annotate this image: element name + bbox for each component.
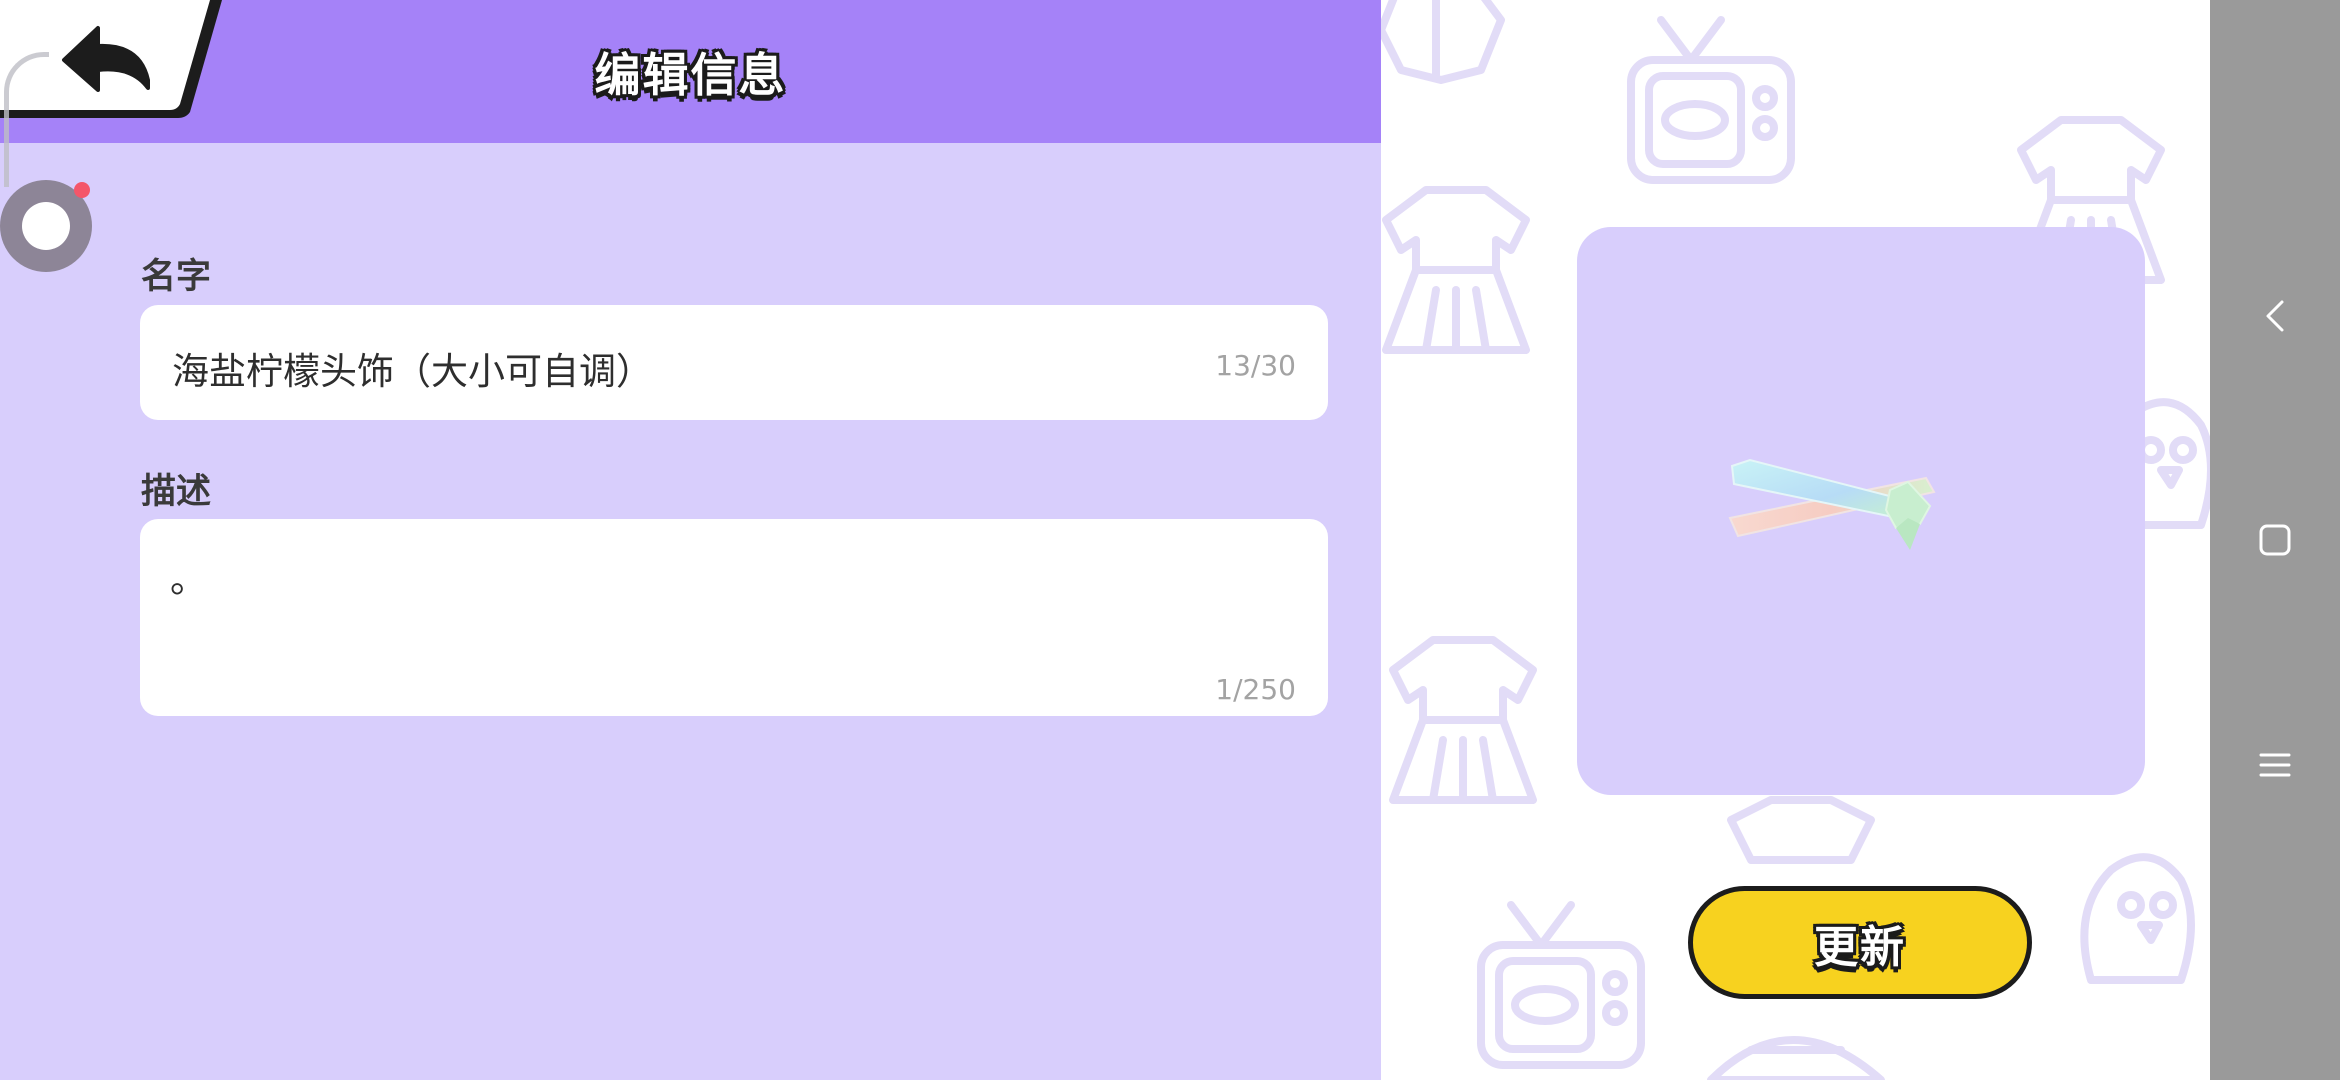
nav-menu-icon [2259,753,2291,777]
hair-clip-icon [1720,440,1960,580]
description-value: 。 [170,558,207,601]
floating-assistant-button[interactable] [0,180,92,272]
system-navigation-bar [2210,0,2340,1080]
name-char-counter: 13/30 [1215,349,1296,382]
name-label: 名字 [141,257,212,297]
system-menu-button[interactable] [2210,725,2340,805]
edit-info-panel: 编辑信息 名字 海盐柠檬头饰（大小可自调） 13/30 描述 。 1/250 [0,0,1381,1080]
notification-dot [74,182,90,198]
update-button[interactable]: 更新 [1688,886,2032,999]
floating-handle-track [4,52,49,187]
name-input[interactable]: 海盐柠檬头饰（大小可自调） 13/30 [140,305,1328,420]
system-home-button[interactable] [2210,500,2340,580]
update-button-label: 更新 [1814,921,1906,973]
name-value: 海盐柠檬头饰（大小可自调） [172,350,653,393]
nav-back-icon [2266,300,2284,332]
description-label: 描述 [141,472,212,512]
description-char-counter: 1/250 [1215,673,1296,706]
nav-home-icon [2259,524,2291,556]
description-input[interactable]: 。 1/250 [140,519,1328,716]
assistant-ring [22,202,70,250]
system-back-button[interactable] [2210,276,2340,356]
